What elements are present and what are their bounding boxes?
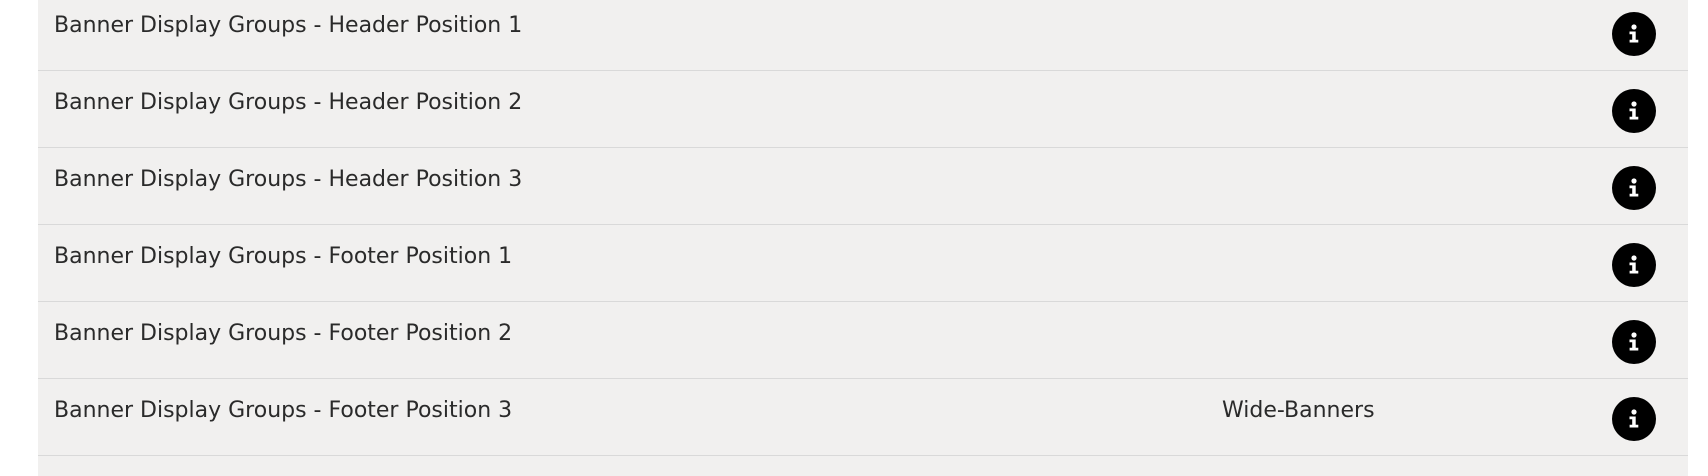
table-row: Banner Display Groups - Footer Position … <box>38 379 1688 456</box>
row-title: Banner Display Groups - Header Position … <box>54 167 523 192</box>
info-icon[interactable] <box>1612 397 1656 441</box>
row-title: Banner Display Groups - Header Position … <box>54 13 523 38</box>
configuration-table: Banner Display Groups - Header Position … <box>38 0 1688 476</box>
row-value: Wide-Banners <box>1222 398 1375 423</box>
info-icon[interactable] <box>1612 89 1656 133</box>
info-icon[interactable] <box>1612 166 1656 210</box>
table-row: Banner Display Groups - Header Position … <box>38 148 1688 225</box>
row-title: Banner Display Groups - Footer Position … <box>54 398 513 423</box>
table-row-partial <box>38 456 1688 476</box>
table-row: Banner Display Groups - Header Position … <box>38 71 1688 148</box>
table-row: Banner Display Groups - Footer Position … <box>38 302 1688 379</box>
table-row: Banner Display Groups - Header Position … <box>38 0 1688 71</box>
info-icon[interactable] <box>1612 243 1656 287</box>
row-title: Banner Display Groups - Header Position … <box>54 90 523 115</box>
info-icon[interactable] <box>1612 320 1656 364</box>
row-title: Banner Display Groups - Footer Position … <box>54 244 513 269</box>
table-row: Banner Display Groups - Footer Position … <box>38 225 1688 302</box>
info-icon[interactable] <box>1612 12 1656 56</box>
row-title: Banner Display Groups - Footer Position … <box>54 321 513 346</box>
